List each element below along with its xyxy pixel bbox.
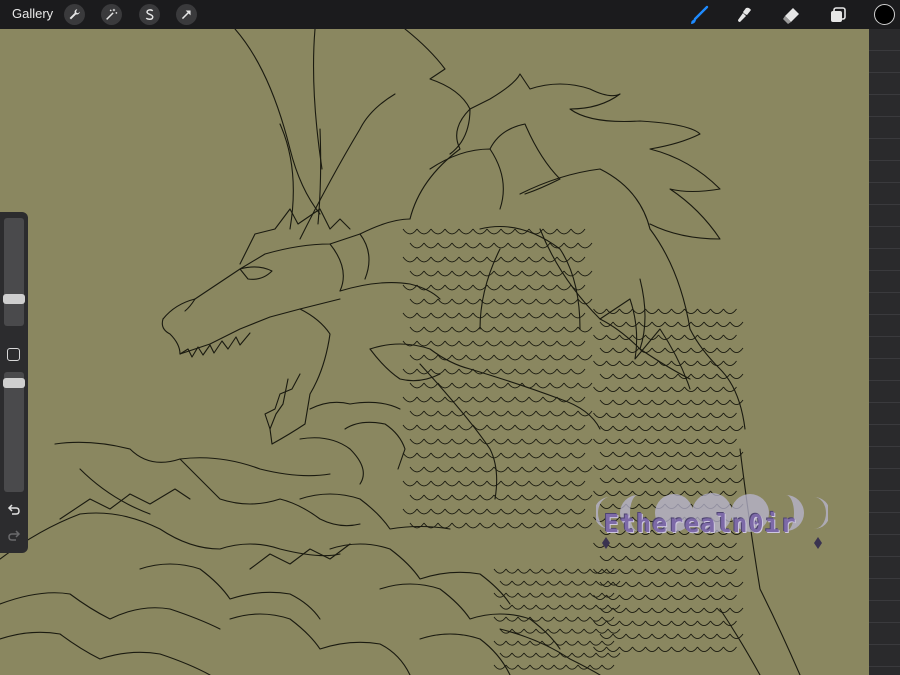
- drawing-canvas[interactable]: Etherealn0ir: [0, 29, 869, 675]
- selection-s-icon: [145, 9, 154, 20]
- watermark: Etherealn0ir: [596, 489, 828, 559]
- brush-size-thumb[interactable]: [3, 294, 25, 305]
- watermark-text: Etherealn0ir: [604, 509, 797, 538]
- eraser-icon: [783, 8, 799, 24]
- magic-wand-icon: [106, 8, 118, 20]
- gallery-button[interactable]: Gallery: [12, 6, 53, 21]
- transform-button[interactable]: [176, 4, 197, 25]
- brush-sidebar: [0, 212, 28, 553]
- smudge-icon: [738, 7, 751, 22]
- color-picker-swatch[interactable]: [874, 4, 895, 25]
- adjustments-wand-button[interactable]: [101, 4, 122, 25]
- selection-button[interactable]: [139, 4, 160, 25]
- wrench-icon: [69, 9, 80, 20]
- undo-icon[interactable]: [6, 502, 22, 518]
- brush-tool-button[interactable]: [688, 4, 710, 26]
- layers-icon: [831, 7, 846, 22]
- top-toolbar: Gallery: [0, 0, 900, 29]
- modify-button[interactable]: [7, 348, 20, 361]
- dragon-lineart: [0, 29, 801, 675]
- canvas-side-strip: [869, 29, 900, 675]
- smudge-tool-button[interactable]: [734, 4, 756, 26]
- brush-size-slider[interactable]: [3, 218, 25, 326]
- brush-opacity-thumb[interactable]: [3, 377, 25, 388]
- actions-wrench-button[interactable]: [64, 4, 85, 25]
- brush-icon: [691, 5, 709, 24]
- transform-arrow-icon: [181, 10, 191, 20]
- redo-icon[interactable]: [6, 528, 22, 544]
- eraser-tool-button[interactable]: [780, 4, 802, 26]
- layers-button[interactable]: [827, 4, 849, 26]
- brush-opacity-slider[interactable]: [3, 372, 25, 492]
